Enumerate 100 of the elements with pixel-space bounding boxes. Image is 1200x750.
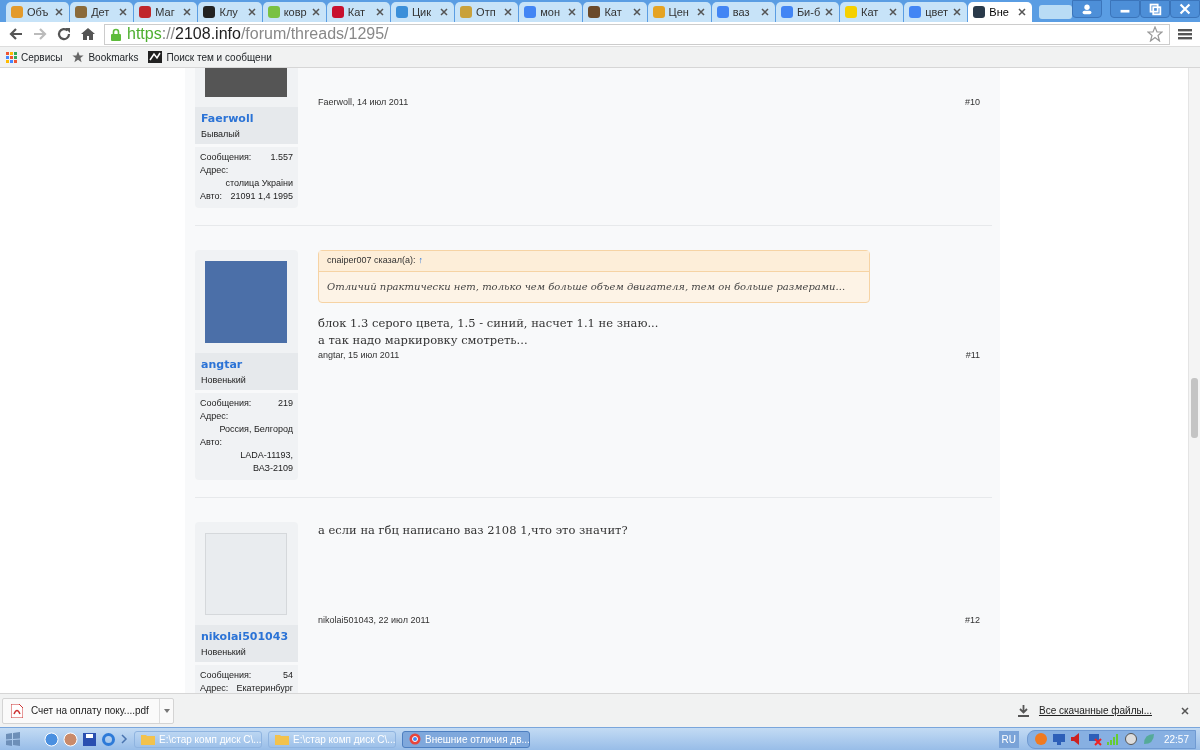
close-icon[interactable] [503,7,514,17]
close-icon[interactable] [182,7,193,17]
address-field[interactable]: https://2108.info/forum/threads/1295/ [104,23,1170,45]
browser-tab[interactable]: Кат [840,2,904,22]
folder-icon [275,733,289,745]
close-icon[interactable] [1170,0,1200,18]
browser-tab[interactable]: ваз [711,2,775,22]
favicon-icon [267,6,280,18]
close-icon[interactable] [759,7,770,17]
stat-value: Россия, Белгород [219,423,293,436]
show-all-downloads-link[interactable]: Все скачанные файлы... [1032,702,1158,719]
favicon-icon [716,6,729,18]
stat-value: Екатеринбург [236,682,293,693]
stat-value: 219 [277,397,293,410]
quote-jump-link[interactable]: ↑ [418,255,423,265]
close-icon[interactable] [631,7,642,17]
browser-tab[interactable]: Кат [326,2,390,22]
browser-tab[interactable]: Объ [6,2,70,22]
browser-tab[interactable]: Отп [455,2,519,22]
caret-icon[interactable] [163,708,170,713]
favicon-icon [11,6,23,18]
stat-value: столица Украіни [225,177,293,190]
browser-tab[interactable]: Би-б [775,2,840,22]
download-filename: Счет на оплату поку....pdf [31,704,149,718]
message-text: блок 1.3 серого цвета, 1.5 - синий, насчет 1.1 не знаю... а так надо маркировку смотреть... [318,314,660,349]
folder-icon [141,733,155,745]
close-icon[interactable] [824,7,835,17]
browser-tab[interactable]: мон [519,2,583,22]
crossed-monitor-icon[interactable] [1087,732,1102,746]
home-icon[interactable] [80,26,96,42]
username-link[interactable]: Faerwoll [201,111,292,128]
post-date: angtar, 15 июл 2011 [318,348,400,362]
person-icon[interactable] [1072,0,1102,18]
browser-tab[interactable]: Цик [390,2,455,22]
scrollbar-thumb[interactable] [1191,378,1198,438]
stat-label: Сообщения: [200,669,252,682]
close-icon[interactable] [952,7,963,17]
browser-tab[interactable]: Маг [134,2,198,22]
post-number-link[interactable]: #10 [964,96,980,110]
browser-tab[interactable]: цвет [904,2,968,22]
disc-icon[interactable] [1123,732,1138,746]
username-link[interactable]: nikolai501043 [201,629,292,646]
close-icon[interactable] [439,7,450,17]
globe-icon[interactable] [44,731,59,747]
favicon-icon [845,6,858,18]
close-icon[interactable] [695,7,706,17]
browser-tab[interactable]: Кат [583,2,647,22]
browser-tab[interactable]: Вне [968,2,1032,22]
post-date: nikolai501043, 22 июл 2011 [318,614,430,627]
username-link[interactable]: angtar [201,357,292,374]
browser-tab[interactable]: ковр [262,2,326,22]
stat-value: 54 [283,669,293,682]
close-icon[interactable] [374,7,385,17]
message-text: а если на гбц написано ваз 2108 1,что это значит? [318,522,629,539]
stat-value: LADA-11193, ВАЗ-2109 [239,449,293,475]
favicon-icon [139,6,152,18]
quote-text: Отличий практически нет, только чем больше объем двигателя, тем он больше размерами... [326,279,847,294]
close-icon[interactable] [888,7,899,17]
stat-value: 1.557 [270,151,293,164]
close-icon[interactable] [1016,7,1027,17]
browser-tab[interactable]: Цен [647,2,711,22]
user-rank: Новенький [201,645,247,659]
favicon-icon [75,6,88,18]
favicon-icon [973,6,986,18]
bookmark-link[interactable]: Поиск тем и сообщени [166,49,272,65]
favicon-icon [780,6,793,18]
stat-label: Адрес: [200,410,229,423]
close-icon[interactable] [54,7,65,17]
close-icon[interactable] [246,7,257,17]
browser-tab[interactable]: Клу [198,2,262,22]
lock-icon [111,27,121,41]
stat-label: Сообщения: [200,397,252,410]
favicon-icon [652,6,665,18]
browser-tab[interactable]: Дет [70,2,134,22]
close-icon[interactable] [310,7,321,17]
favicon-icon [395,6,408,18]
star-icon [72,51,85,63]
back-icon[interactable] [8,26,24,42]
reload-icon[interactable] [56,26,72,42]
chevron-icon[interactable] [120,734,128,744]
close-icon[interactable] [118,7,129,17]
minimize-icon[interactable] [1110,0,1140,18]
user-rank: Бывалый [201,127,241,141]
favicon-icon [524,6,537,18]
bookmark-link[interactable]: Bookmarks [88,49,139,65]
clock-text: 22:57 [1163,732,1189,747]
star-icon[interactable] [1147,26,1163,42]
close-icon[interactable] [567,7,578,17]
bookmark-link[interactable]: Сервисы [21,49,63,65]
download-item[interactable]: Счет на оплату поку....pdf [2,697,174,724]
monitor-icon[interactable] [1051,732,1066,746]
restore-icon[interactable] [1140,0,1170,18]
quote-author: cnaiper007 сказал(а): [327,255,416,265]
download-icon [1017,704,1029,717]
menu-icon[interactable] [1178,27,1192,41]
post-number-link[interactable]: #11 [965,348,980,362]
favicon-icon [460,6,473,18]
favicon-icon [588,6,601,18]
close-icon[interactable] [1180,705,1190,716]
post-number-link[interactable]: #12 [964,614,980,628]
